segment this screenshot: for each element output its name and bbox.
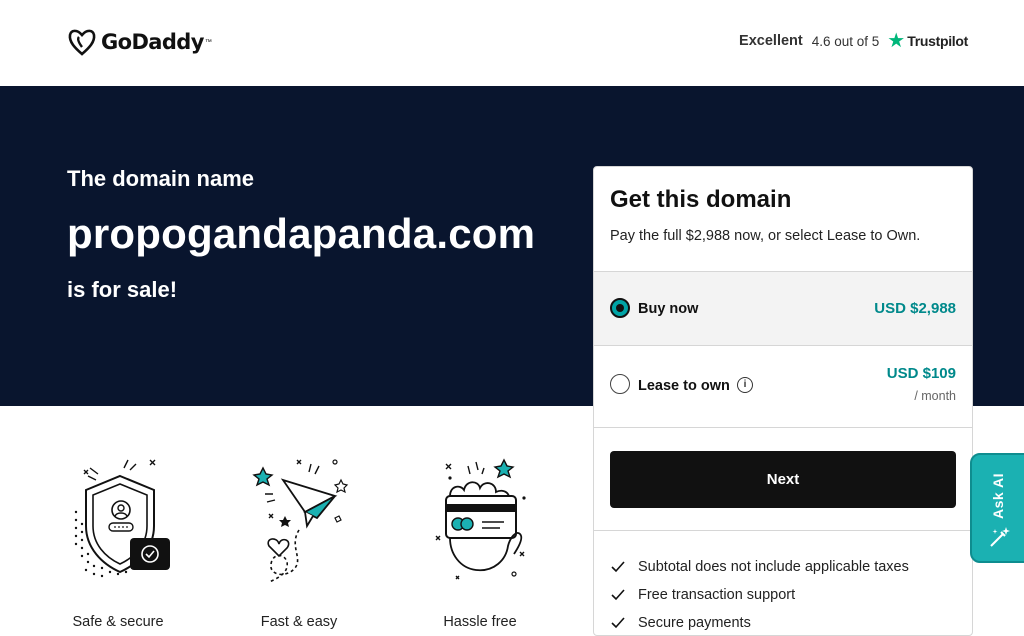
logo-text: GoDaddy [101, 30, 204, 54]
benefit-label: Fast & easy [260, 614, 338, 630]
feature-text: Free transaction support [638, 587, 796, 603]
hero-post-text: is for sale! [67, 277, 178, 302]
trustpilot-rating[interactable]: Excellent 4.6 out of 5 ★ Trustpilot [739, 31, 968, 51]
benefit-safe-secure: Safe & secure [58, 450, 178, 630]
feature-list: Subtotal does not include applicable tax… [610, 553, 960, 635]
checkmark-icon [611, 589, 625, 601]
list-item: Subtotal does not include applicable tax… [610, 553, 960, 581]
godaddy-logo-icon [68, 29, 96, 56]
paper-plane-icon [252, 459, 349, 583]
benefit-hassle-free: Hassle free [420, 450, 540, 630]
buy-now-label: Buy now [638, 301, 699, 317]
buy-now-radio[interactable] [610, 298, 630, 318]
ask-ai-label: Ask AI [990, 472, 1006, 519]
list-item: Free transaction support [610, 581, 960, 609]
trustpilot-brand: Trustpilot [907, 33, 968, 49]
lease-to-own-radio[interactable] [610, 374, 630, 394]
card-subtitle: Pay the full $2,988 now, or select Lease… [610, 228, 921, 244]
list-item: Secure payments [610, 609, 960, 635]
option-lease-to-own[interactable]: Lease to own i USD $109 / month [594, 345, 972, 427]
trademark-mark: ™ [204, 38, 212, 46]
lease-price: USD $109 [886, 365, 956, 382]
magic-wand-icon [990, 527, 1010, 547]
ask-ai-button[interactable]: Ask AI [970, 453, 1024, 563]
feature-text: Subtotal does not include applicable tax… [638, 559, 909, 575]
purchase-card: Get this domain Pay the full $2,988 now,… [593, 166, 973, 636]
lease-to-own-label: Lease to own [638, 378, 730, 394]
hand-card-icon [435, 458, 526, 580]
shield-icon [74, 459, 170, 578]
checkmark-icon [611, 561, 625, 573]
option-buy-now[interactable]: Buy now USD $2,988 [594, 271, 972, 345]
next-button[interactable]: Next [610, 451, 956, 508]
info-icon[interactable]: i [737, 377, 753, 393]
godaddy-logo[interactable]: GoDaddy ™ [67, 28, 212, 56]
hero-pre-text: The domain name [67, 166, 255, 191]
card-title: Get this domain [610, 186, 792, 213]
domain-name-heading: propogandapanda.com [67, 210, 536, 257]
benefit-label: Hassle free [443, 614, 517, 630]
benefit-fast-easy: Fast & easy [239, 450, 359, 630]
buy-now-price: USD $2,988 [874, 300, 956, 317]
next-section: Next [594, 427, 972, 531]
lease-period: / month [914, 389, 956, 403]
star-icon: ★ [887, 30, 906, 52]
trust-score: 4.6 out of 5 [811, 33, 880, 49]
benefit-label: Safe & secure [72, 614, 164, 630]
site-header: GoDaddy ™ Excellent 4.6 out of 5 ★ Trustp… [0, 0, 1024, 86]
trust-label: Excellent [739, 33, 803, 49]
